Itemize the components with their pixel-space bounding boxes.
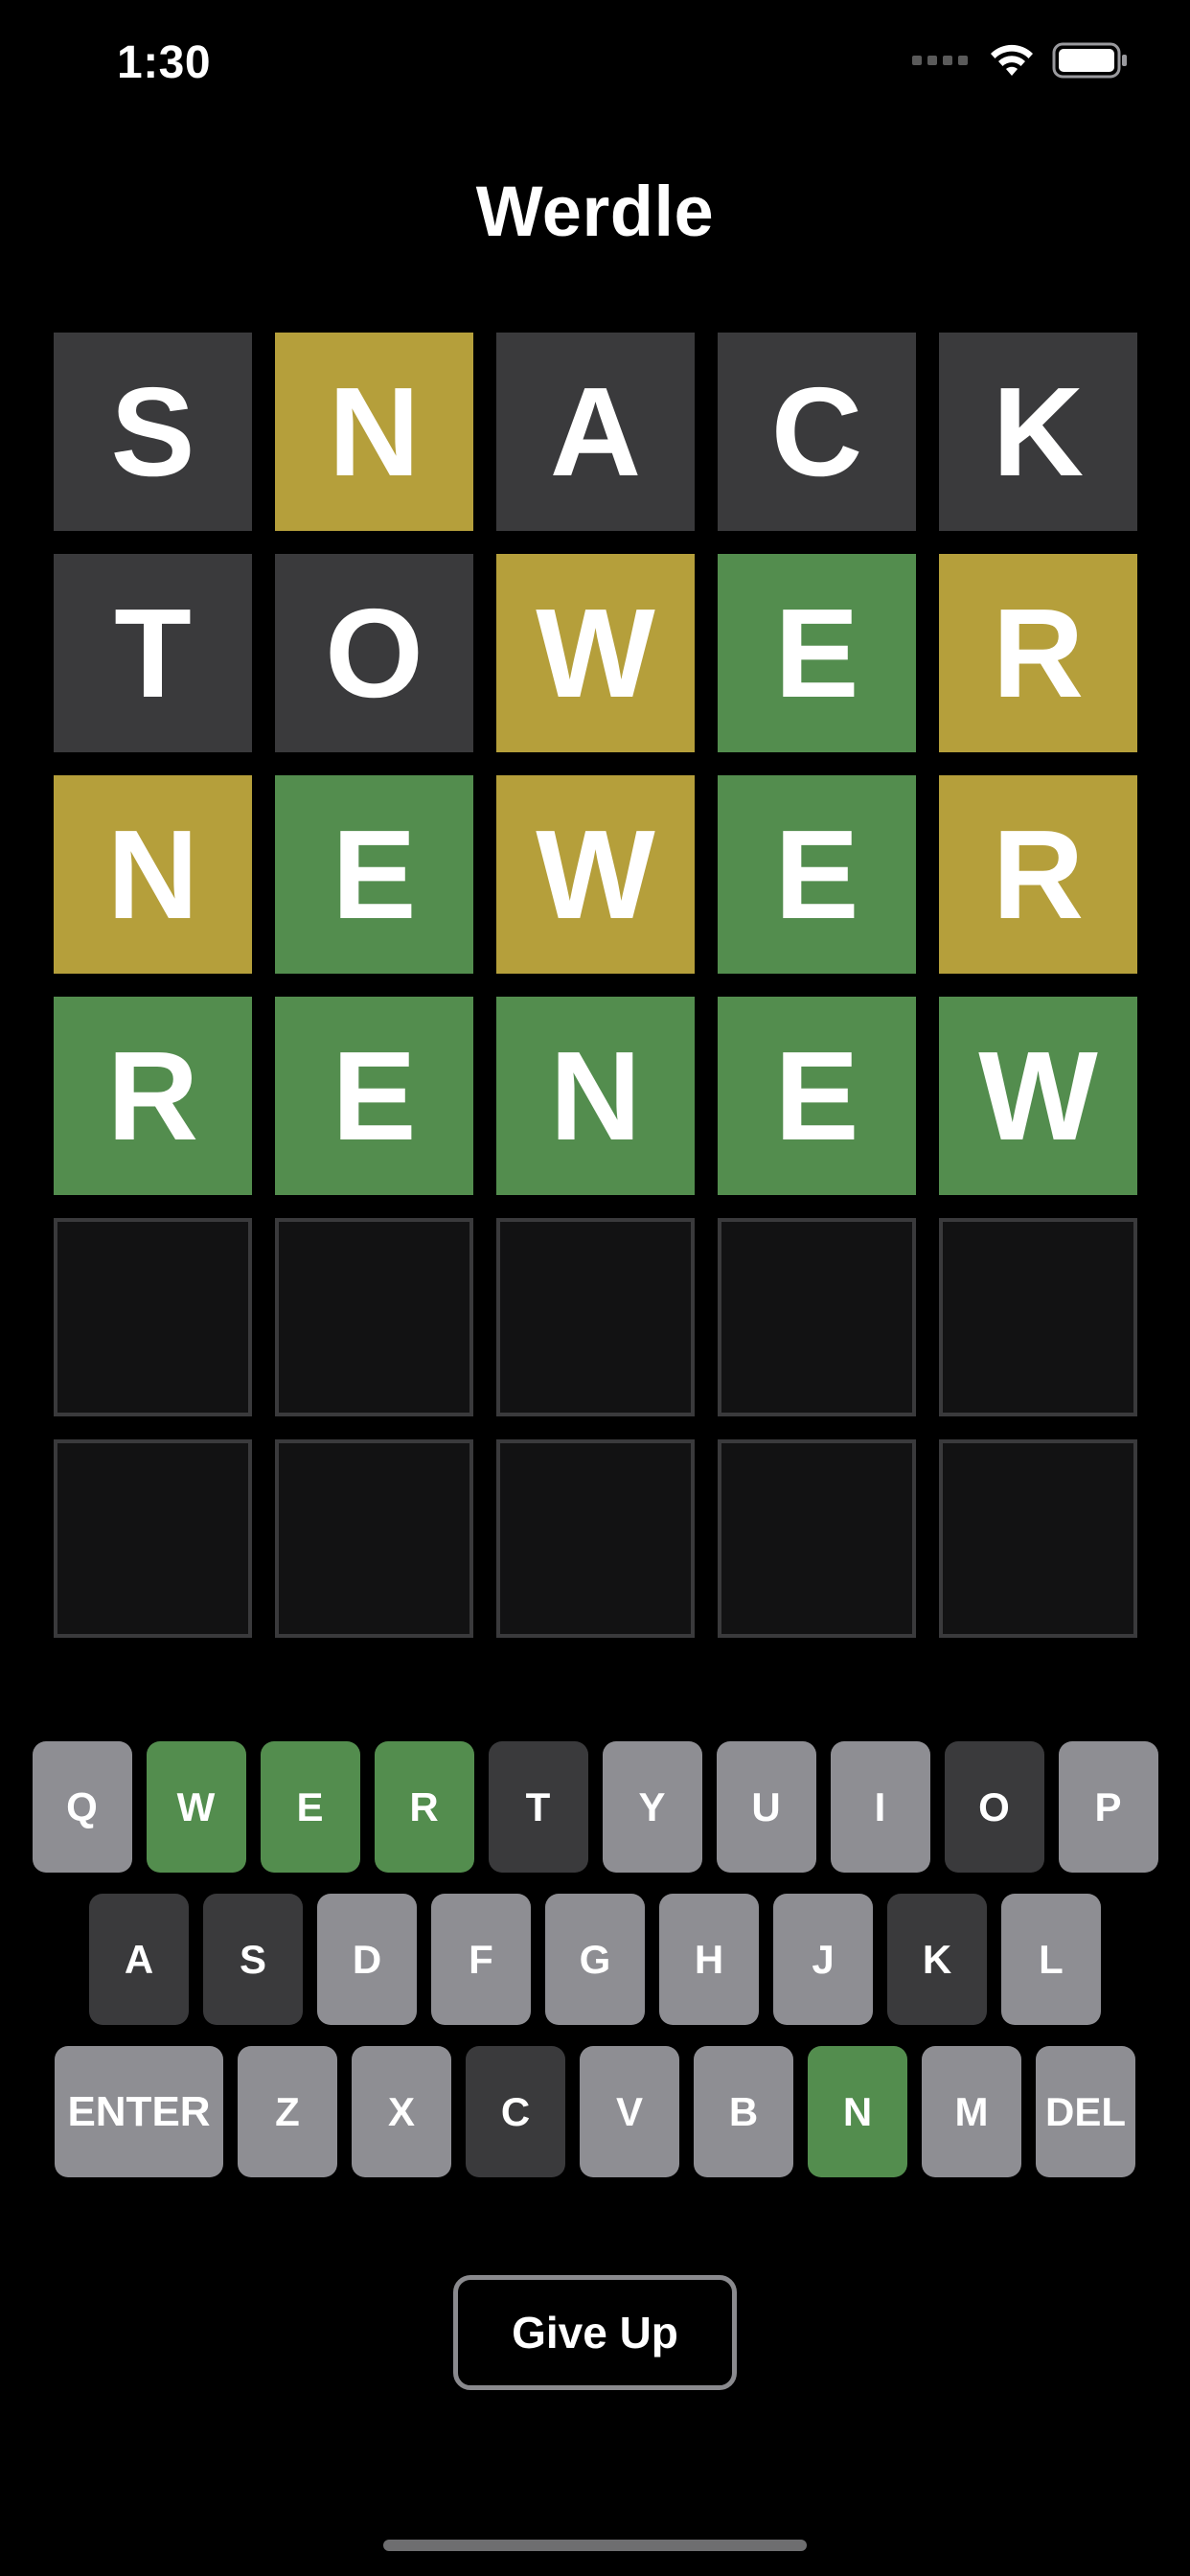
status-icons <box>912 42 1129 79</box>
board-row: RENEW <box>54 997 1137 1195</box>
board-tile: A <box>496 333 695 531</box>
board-tile: E <box>718 554 916 752</box>
key-g[interactable]: G <box>545 1894 645 2025</box>
board-tile: N <box>496 997 695 1195</box>
give-up-button[interactable]: Give Up <box>453 2275 737 2390</box>
board-tile: O <box>275 554 473 752</box>
board-tile <box>718 1439 916 1638</box>
key-o[interactable]: O <box>944 1741 1044 1873</box>
board-tile: T <box>54 554 252 752</box>
board-tile: E <box>718 775 916 974</box>
board-tile: R <box>939 554 1137 752</box>
key-x[interactable]: X <box>352 2046 451 2177</box>
board-tile: E <box>718 997 916 1195</box>
key-e[interactable]: E <box>260 1741 360 1873</box>
on-screen-keyboard: Q W E R T Y U I O P A S D F G H J K L ENTER Z X C V B N M DEL <box>0 1741 1190 2198</box>
wifi-icon <box>989 43 1035 78</box>
key-w[interactable]: W <box>146 1741 246 1873</box>
key-c[interactable]: C <box>466 2046 565 2177</box>
status-time: 1:30 <box>117 37 212 88</box>
board-tile: W <box>496 775 695 974</box>
home-indicator[interactable] <box>383 2540 807 2551</box>
board-tile <box>939 1439 1137 1638</box>
key-a[interactable]: A <box>89 1894 189 2025</box>
keyboard-row: QWERTYUIOP <box>0 1741 1190 1873</box>
board-tile: S <box>54 333 252 531</box>
board-row <box>54 1218 1137 1416</box>
key-h[interactable]: H <box>659 1894 759 2025</box>
game-board: SNACKTOWERNEWERRENEW <box>54 333 1137 1661</box>
key-m[interactable]: M <box>922 2046 1021 2177</box>
board-tile: C <box>718 333 916 531</box>
board-tile <box>275 1439 473 1638</box>
board-row: NEWER <box>54 775 1137 974</box>
app-title: Werdle <box>475 172 715 251</box>
key-s[interactable]: S <box>203 1894 303 2025</box>
board-tile <box>718 1218 916 1416</box>
key-j[interactable]: J <box>773 1894 873 2025</box>
board-tile: N <box>54 775 252 974</box>
board-tile: W <box>939 997 1137 1195</box>
board-tile <box>939 1218 1137 1416</box>
battery-icon <box>1052 42 1129 79</box>
key-l[interactable]: L <box>1001 1894 1101 2025</box>
key-r[interactable]: R <box>374 1741 474 1873</box>
key-f[interactable]: F <box>431 1894 531 2025</box>
board-tile: E <box>275 997 473 1195</box>
key-p[interactable]: P <box>1058 1741 1158 1873</box>
board-tile <box>496 1218 695 1416</box>
board-tile <box>54 1218 252 1416</box>
key-y[interactable]: Y <box>602 1741 702 1873</box>
board-tile: R <box>54 997 252 1195</box>
board-row: SNACK <box>54 333 1137 531</box>
key-n[interactable]: N <box>808 2046 907 2177</box>
board-tile: R <box>939 775 1137 974</box>
status-bar: 1:30 <box>0 0 1190 134</box>
key-t[interactable]: T <box>488 1741 588 1873</box>
keyboard-row: ASDFGHJKL <box>0 1894 1190 2025</box>
board-row: TOWER <box>54 554 1137 752</box>
key-del[interactable]: DEL <box>1036 2046 1135 2177</box>
board-tile: K <box>939 333 1137 531</box>
board-tile: N <box>275 333 473 531</box>
board-tile: E <box>275 775 473 974</box>
key-b[interactable]: B <box>694 2046 793 2177</box>
key-d[interactable]: D <box>317 1894 417 2025</box>
keyboard-row: ENTER Z X C V B N M DEL <box>0 2046 1190 2177</box>
board-tile: W <box>496 554 695 752</box>
key-i[interactable]: I <box>830 1741 930 1873</box>
cellular-signal-icon <box>912 56 968 65</box>
board-tile <box>496 1439 695 1638</box>
key-z[interactable]: Z <box>238 2046 337 2177</box>
board-tile <box>54 1439 252 1638</box>
board-row <box>54 1439 1137 1638</box>
board-tile <box>275 1218 473 1416</box>
key-v[interactable]: V <box>580 2046 679 2177</box>
key-u[interactable]: U <box>716 1741 816 1873</box>
key-q[interactable]: Q <box>32 1741 132 1873</box>
key-enter[interactable]: ENTER <box>55 2046 223 2177</box>
key-k[interactable]: K <box>887 1894 987 2025</box>
